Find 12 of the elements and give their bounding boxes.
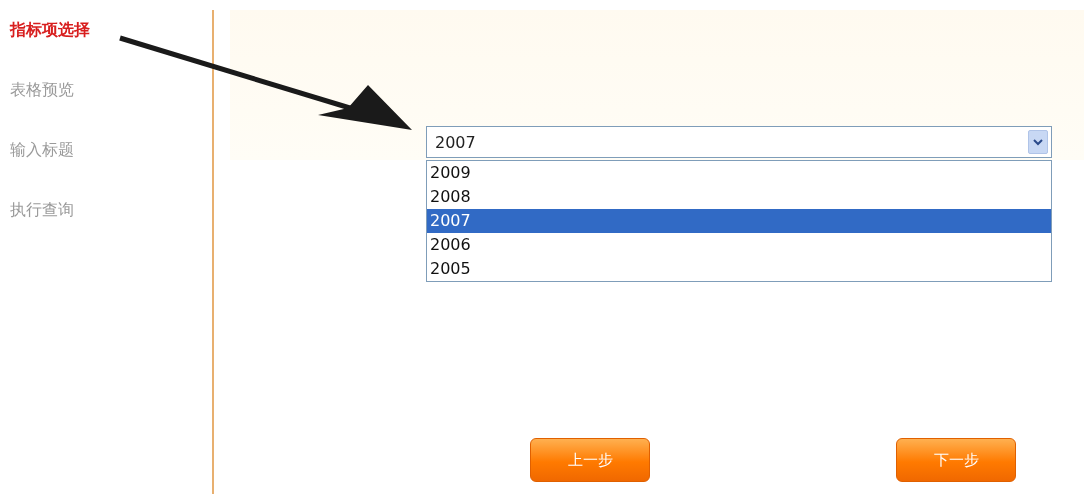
dropdown-option[interactable]: 2008	[427, 185, 1051, 209]
chevron-down-icon[interactable]	[1028, 130, 1048, 154]
step-item[interactable]: 执行查询	[10, 198, 212, 222]
dropdown-option[interactable]: 2007	[427, 209, 1051, 233]
step-item[interactable]: 指标项选择	[10, 18, 212, 42]
year-select[interactable]: 2007	[426, 126, 1052, 158]
dropdown-option[interactable]: 2009	[427, 161, 1051, 185]
select-value: 2007	[435, 132, 476, 152]
dropdown-option[interactable]: 2006	[427, 233, 1051, 257]
step-item[interactable]: 输入标题	[10, 138, 212, 162]
dropdown-option[interactable]: 2005	[427, 257, 1051, 281]
step-item[interactable]: 表格预览	[10, 78, 212, 102]
